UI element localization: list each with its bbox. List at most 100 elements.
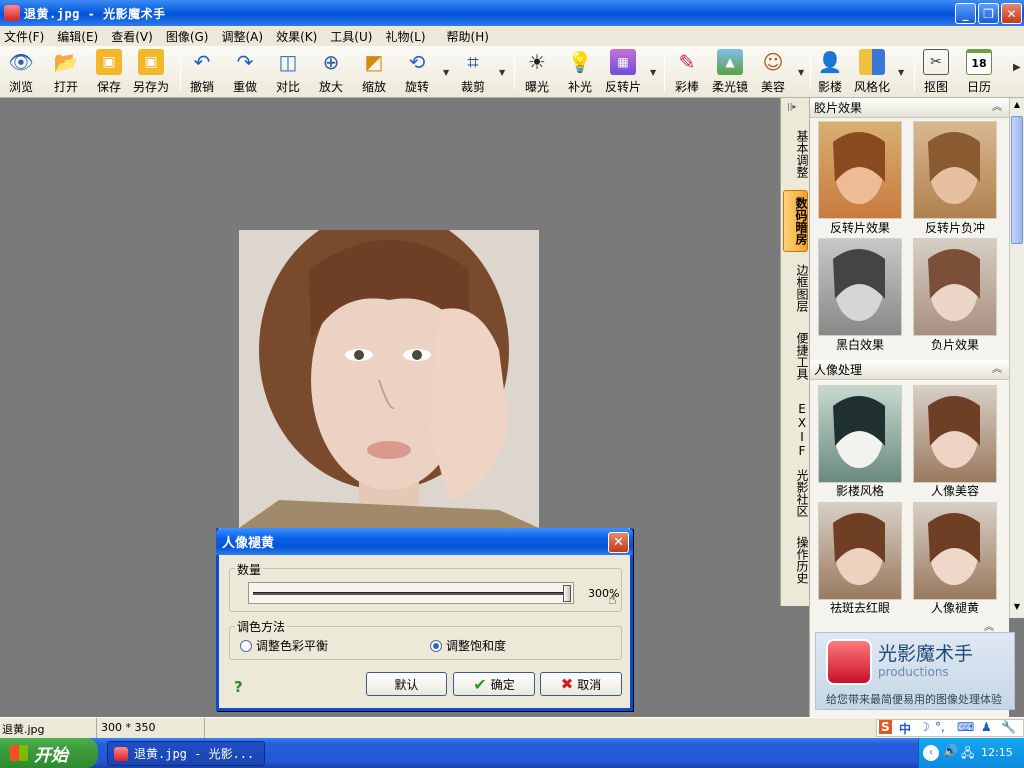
calendar-button[interactable]: 18 日历 bbox=[966, 49, 992, 95]
thumb-inverse-effect[interactable] bbox=[818, 121, 902, 219]
scroll-down-icon[interactable]: ▼ bbox=[1011, 602, 1023, 614]
redo-label: 重做 bbox=[232, 80, 257, 94]
menu-adjust[interactable]: 调整(A) bbox=[221, 28, 263, 45]
amount-slider[interactable] bbox=[248, 582, 574, 604]
stylize-button[interactable]: 风格化 bbox=[854, 49, 890, 95]
tab-community[interactable]: 光影社区 bbox=[783, 463, 809, 523]
crop-dropdown-icon[interactable]: ▼ bbox=[499, 68, 505, 77]
taskbar-app-button[interactable]: 退黄.jpg - 光影... bbox=[107, 741, 265, 766]
menu-edit[interactable]: 编辑(E) bbox=[57, 28, 98, 45]
menu-view[interactable]: 查看(V) bbox=[111, 28, 153, 45]
tab-basic-adjust[interactable]: 基本调整 bbox=[783, 124, 809, 184]
collapse-icon[interactable]: ︽ bbox=[984, 618, 994, 633]
network-icon[interactable]: 🖧 bbox=[961, 744, 974, 765]
menu-help[interactable]: 帮助(H) bbox=[447, 28, 489, 45]
save-as-button[interactable]: ▣ 另存为 bbox=[133, 49, 169, 95]
tab-border-layer[interactable]: 边框图层 bbox=[783, 258, 809, 318]
dialog-title-bar[interactable]: 人像褪黄 bbox=[216, 528, 633, 555]
radio-button[interactable] bbox=[430, 640, 442, 652]
ime-toolbar[interactable]: S 中 ☽ °, ⌨ ♟ 🔧 bbox=[876, 719, 1024, 737]
thumb-portrait-deyellow[interactable] bbox=[913, 502, 997, 600]
status-bar: 退黄.jpg 300 * 350 S 中 ☽ °, ⌨ ♟ 🔧 bbox=[0, 717, 1024, 738]
crop-button[interactable]: ⌗ 裁剪 bbox=[460, 49, 486, 95]
inverse-label: 反转片 bbox=[605, 80, 642, 94]
tab-history[interactable]: 操作历史 bbox=[783, 530, 809, 590]
speaker-icon[interactable]: 🔊 bbox=[943, 744, 958, 758]
ok-button[interactable]: ✔ 确定 bbox=[453, 672, 535, 696]
cutout-button[interactable]: ✂ 抠图 bbox=[923, 49, 949, 95]
browse-button[interactable]: 👁 浏览 bbox=[8, 49, 34, 95]
beauty-button[interactable]: ☺ 美容 bbox=[760, 49, 786, 95]
close-button[interactable]: ✕ bbox=[1001, 3, 1022, 24]
thumb-portrait-beauty[interactable] bbox=[913, 385, 997, 483]
cancel-button[interactable]: ✖ 取消 bbox=[540, 672, 622, 696]
wrench-icon[interactable]: 🔧 bbox=[1001, 720, 1016, 734]
menu-file[interactable]: 文件(F) bbox=[4, 28, 44, 45]
fill-light-button[interactable]: 💡 补光 bbox=[567, 49, 593, 95]
minimize-button[interactable]: _ bbox=[955, 3, 976, 24]
toolbar-overflow-icon[interactable]: ▶ bbox=[1013, 62, 1021, 73]
radio-button[interactable] bbox=[240, 640, 252, 652]
soft-mirror-button[interactable]: ▲ 柔光镜 bbox=[712, 49, 748, 95]
scale-label: 缩放 bbox=[361, 80, 386, 94]
default-button[interactable]: 默认 bbox=[366, 672, 447, 696]
calendar-label: 日历 bbox=[966, 80, 991, 94]
clock[interactable]: 12:15 bbox=[981, 746, 1013, 759]
slider-thumb[interactable] bbox=[563, 585, 571, 602]
menu-gifts[interactable]: 礼物(L) bbox=[385, 28, 425, 45]
save-button[interactable]: ▣ 保存 bbox=[96, 49, 122, 95]
scroll-up-icon[interactable]: ▲ bbox=[1011, 100, 1023, 112]
rotate-button[interactable]: ⟲ 旋转 bbox=[404, 49, 430, 95]
tray-expand-icon[interactable]: ‹ bbox=[923, 745, 939, 761]
thumb-studio-style[interactable] bbox=[818, 385, 902, 483]
thumb-negative[interactable] bbox=[913, 238, 997, 336]
start-button[interactable]: 开始 bbox=[0, 738, 98, 768]
check-icon: ✔ bbox=[473, 674, 487, 694]
menu-tools[interactable]: 工具(U) bbox=[330, 28, 372, 45]
portrait-photo[interactable] bbox=[239, 230, 539, 528]
beauty-dropdown-icon[interactable]: ▼ bbox=[798, 68, 804, 77]
restore-button[interactable]: ❐ bbox=[978, 3, 999, 24]
scale-button[interactable]: ◩ 缩放 bbox=[361, 49, 387, 95]
studio-label: 影楼 bbox=[817, 80, 842, 94]
redo-button[interactable]: ↷ 重做 bbox=[232, 49, 258, 95]
thumb-label: 反转片负冲 bbox=[924, 221, 985, 235]
section-portrait[interactable]: 人像处理 ︽ bbox=[810, 360, 1010, 380]
scroll-thumb[interactable] bbox=[1011, 116, 1023, 244]
thumb-inverse-negative[interactable] bbox=[913, 121, 997, 219]
stylize-dropdown-icon[interactable]: ▼ bbox=[898, 68, 904, 77]
punctuation-icon[interactable]: °, bbox=[935, 720, 945, 734]
studio-button[interactable]: 👤 影楼 bbox=[817, 49, 843, 95]
collapse-icon[interactable]: ︽ bbox=[992, 98, 1002, 118]
tab-digital-darkroom[interactable]: 数码暗房 bbox=[783, 190, 808, 252]
inverse-button[interactable]: ▦ 反转片 bbox=[605, 49, 641, 95]
collapse-panel-icon[interactable]: ||▸ bbox=[787, 102, 796, 111]
tab-quick-tools[interactable]: 便捷工具 bbox=[783, 326, 809, 386]
ime-mode[interactable]: 中 bbox=[899, 720, 911, 737]
menu-image[interactable]: 图像(G) bbox=[166, 28, 209, 45]
panel-scrollbar[interactable]: ▲ ▼ bbox=[1009, 98, 1024, 618]
help-icon[interactable]: ? bbox=[234, 678, 243, 696]
compare-button[interactable]: ◫ 对比 bbox=[275, 49, 301, 95]
thumb-spot-redeye[interactable] bbox=[818, 502, 902, 600]
sogou-icon[interactable]: S bbox=[879, 720, 892, 734]
menu-effects[interactable]: 效果(K) bbox=[276, 28, 317, 45]
dialog-close-button[interactable]: ✕ bbox=[608, 532, 629, 553]
keyboard-icon[interactable]: ⌨ bbox=[957, 720, 974, 734]
thumb-black-white[interactable] bbox=[818, 238, 902, 336]
effects-dropdown-icon[interactable]: ▼ bbox=[650, 68, 656, 77]
moon-icon[interactable]: ☽ bbox=[919, 720, 930, 734]
rotate-dropdown-icon[interactable]: ▼ bbox=[443, 68, 449, 77]
section-film-effects[interactable]: 胶片效果 ︽ bbox=[810, 98, 1010, 118]
radio-color-balance[interactable]: 调整色彩平衡 bbox=[240, 637, 328, 654]
color-pencil-button[interactable]: ✎ 彩棒 bbox=[674, 49, 700, 95]
zoom-in-button[interactable]: ⊕ 放大 bbox=[318, 49, 344, 95]
user-icon[interactable]: ♟ bbox=[981, 720, 992, 734]
collapse-icon[interactable]: ︽ bbox=[992, 360, 1002, 380]
open-button[interactable]: 📂 打开 bbox=[53, 49, 79, 95]
radio-saturation[interactable]: 调整饱和度 bbox=[430, 637, 506, 654]
exposure-button[interactable]: ☀ 曝光 bbox=[524, 49, 550, 95]
undo-button[interactable]: ↶ 撤销 bbox=[189, 49, 215, 95]
tab-exif[interactable]: EXIF bbox=[783, 396, 809, 464]
window-title: 退黄.jpg - 光影魔术手 bbox=[24, 6, 166, 21]
